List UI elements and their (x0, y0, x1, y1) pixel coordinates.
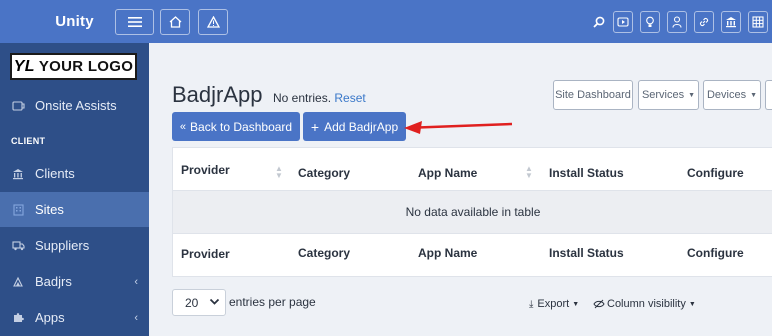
annotation-arrow (404, 121, 513, 134)
footer-header-category: Category (298, 246, 351, 260)
column-header-install-status[interactable]: Install Status (549, 166, 624, 180)
column-visibility-label: Column visibility (607, 298, 686, 310)
site-dashboard-button[interactable]: Site Dashboard (553, 80, 633, 110)
sidebar-item-label: Sites (35, 202, 64, 217)
home-icon (169, 16, 181, 28)
user-icon (672, 16, 682, 28)
badge-icon (11, 275, 25, 289)
search-icon (593, 16, 605, 28)
building-icon (11, 203, 25, 217)
video-button[interactable] (613, 11, 633, 33)
devices-label: Devices (706, 89, 747, 101)
grid-button[interactable] (748, 11, 768, 33)
sidebar-item-badjrs[interactable]: Badjrs ‹ (0, 264, 149, 299)
back-to-dashboard-button[interactable]: « Back to Dashboard (172, 112, 300, 141)
entries-info: No entries. Reset (273, 91, 366, 105)
export-dropdown[interactable]: ⤓ Export ▼ (529, 298, 579, 310)
sidebar-item-label: Badjrs (35, 274, 72, 289)
sidebar-item-apps[interactable]: Apps ‹ (0, 300, 149, 335)
sidebar-item-label: Onsite Assists (35, 98, 117, 113)
per-page-label: entries per page (229, 295, 316, 309)
export-label: Export (537, 298, 570, 310)
lightbulb-icon (646, 16, 654, 27)
alerts-button[interactable] (198, 9, 228, 35)
truck-icon (11, 239, 25, 253)
logo-text: YOUR LOGO (38, 58, 134, 75)
sidebar-section-client: CLIENT (11, 136, 46, 146)
column-header-app-name[interactable]: App Name (418, 166, 477, 180)
column-header-provider[interactable]: Provider (181, 163, 230, 177)
page-size-select[interactable]: 20 (172, 289, 226, 316)
company-logo[interactable]: YL YOUR LOGO (10, 53, 137, 80)
sort-icon[interactable]: ▲ ▼ (275, 165, 283, 180)
user-button[interactable] (667, 11, 687, 33)
services-label: Services (641, 89, 685, 101)
caret-down-icon: ▼ (750, 91, 758, 99)
devices-dropdown[interactable]: Devices ▼ (703, 80, 761, 110)
footer-header-provider: Provider (181, 247, 230, 261)
back-button-label: Back to Dashboard (190, 119, 293, 134)
link-icon (699, 17, 709, 27)
puzzle-icon (11, 311, 25, 325)
apps-table: Provider ▲ ▼ Category App Name ▲ ▼ Install… (172, 147, 772, 277)
caret-down-icon: ▼ (688, 91, 696, 99)
home-button[interactable] (160, 9, 190, 35)
column-header-configure[interactable]: Configure (687, 166, 744, 180)
grid-icon (752, 16, 764, 28)
bank-icon (11, 167, 25, 181)
divider (173, 233, 772, 234)
page-size-value: 20 (185, 295, 199, 310)
footer-header-app-name: App Name (418, 246, 478, 260)
entries-count-text: No entries. (273, 91, 332, 105)
page-title: BadjrApp (172, 82, 263, 107)
more-dropdown[interactable] (765, 80, 772, 110)
plus-icon: + (310, 118, 320, 135)
sidebar-item-label: Apps (35, 310, 65, 325)
bank-icon (726, 17, 736, 28)
chevron-down-icon (209, 298, 220, 305)
chevron-left-icon: ‹ (134, 311, 138, 324)
add-badjrapp-button[interactable]: + Add BadjrApp (303, 112, 406, 141)
chevron-left-icon: ‹ (134, 275, 138, 288)
sidebar-item-suppliers[interactable]: Suppliers (0, 228, 149, 263)
reset-link[interactable]: Reset (334, 91, 365, 105)
sidebar-item-clients[interactable]: Clients (0, 156, 149, 191)
caret-down-icon: ▼ (688, 300, 696, 308)
empty-table-message: No data available in table (173, 191, 772, 233)
sidebar-item-sites[interactable]: Sites (0, 192, 149, 227)
sidebar-item-label: Suppliers (35, 238, 90, 253)
sidebar-item-label: Clients (35, 166, 75, 181)
search-button[interactable] (590, 13, 608, 31)
download-icon: ⤓ (529, 298, 534, 310)
clipboard-icon (11, 99, 25, 113)
double-chevron-left-icon: « (179, 120, 187, 133)
help-button[interactable] (640, 11, 660, 33)
warning-icon (206, 16, 220, 28)
top-bar: Unity (0, 0, 772, 43)
sidebar: YL YOUR LOGO Onsite Assists CLIENT Clien… (0, 43, 149, 336)
sort-icon[interactable]: ▲ ▼ (525, 165, 533, 180)
sidebar-item-onsite-assists[interactable]: Onsite Assists (0, 88, 149, 123)
add-button-label: Add BadjrApp (324, 119, 399, 134)
caret-down-icon: ▼ (572, 300, 580, 308)
institution-button[interactable] (721, 11, 741, 33)
video-icon (617, 17, 629, 27)
footer-header-install-status: Install Status (549, 246, 624, 260)
menu-toggle-button[interactable] (115, 9, 154, 35)
links-button[interactable] (694, 11, 714, 33)
hamburger-icon (127, 17, 142, 27)
column-header-category[interactable]: Category (298, 166, 350, 180)
eye-slash-icon (593, 299, 605, 309)
footer-header-configure: Configure (687, 246, 744, 260)
logo-mark: YL (13, 57, 35, 75)
services-dropdown[interactable]: Services ▼ (638, 80, 699, 110)
column-visibility-dropdown[interactable]: Column visibility ▼ (593, 298, 696, 310)
